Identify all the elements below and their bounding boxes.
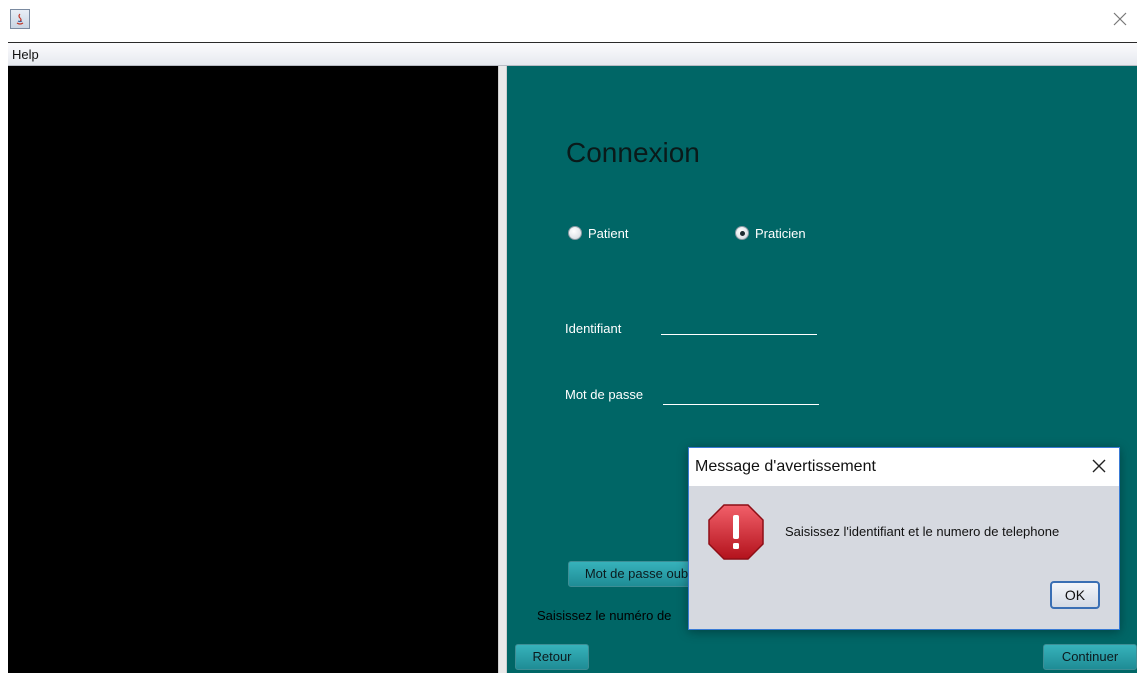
page-title: Connexion <box>566 137 700 168</box>
window-close-icon[interactable] <box>1111 10 1129 28</box>
warning-icon <box>707 503 765 561</box>
radio-patient-indicator <box>568 226 582 240</box>
warning-dialog: Message d'avertissement Saisissez l'iden… <box>688 447 1120 630</box>
dialog-titlebar: Message d'avertissement <box>689 448 1119 486</box>
window-titlebar <box>0 0 1137 42</box>
java-app-icon <box>10 9 30 29</box>
password-input[interactable] <box>663 386 819 405</box>
dialog-message: Saisissez l'identifiant et le numero de … <box>785 524 1060 539</box>
menu-help[interactable]: Help <box>12 47 39 62</box>
phone-hint-text: Saisissez le numéro de <box>537 608 672 623</box>
identifiant-input[interactable] <box>661 316 817 335</box>
split-divider[interactable] <box>498 66 507 673</box>
radio-praticien-label: Praticien <box>755 225 806 241</box>
menu-bar: Help <box>8 42 1137 66</box>
radio-praticien[interactable]: Praticien <box>735 224 806 242</box>
left-image-panel <box>8 66 498 673</box>
password-label: Mot de passe <box>565 387 644 402</box>
ok-button[interactable]: OK <box>1050 581 1100 609</box>
back-button[interactable]: Retour <box>515 644 589 670</box>
radio-patient[interactable]: Patient <box>568 224 628 242</box>
dialog-title: Message d'avertissement <box>695 458 876 475</box>
radio-patient-label: Patient <box>588 225 629 241</box>
radio-praticien-indicator <box>735 226 749 240</box>
dialog-close-icon[interactable] <box>1091 458 1107 474</box>
continue-button[interactable]: Continuer <box>1043 644 1137 670</box>
identifiant-label: Identifiant <box>565 321 622 336</box>
